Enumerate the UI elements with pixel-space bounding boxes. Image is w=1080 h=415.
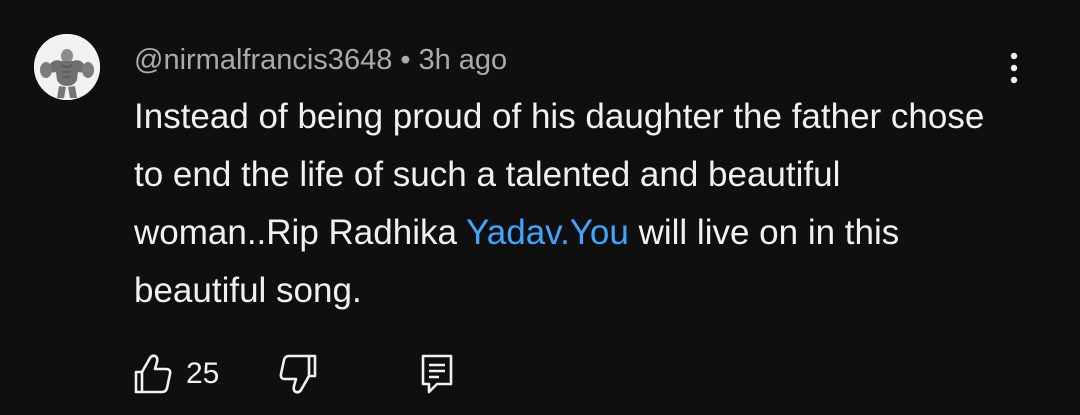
like-count: 25 xyxy=(186,357,220,390)
avatar[interactable] xyxy=(34,34,100,100)
comment-actions: 25 xyxy=(130,350,457,398)
thumbs-down-icon xyxy=(279,354,317,394)
kebab-menu-icon xyxy=(1010,52,1018,84)
comment-text: Instead of being proud of his daughter t… xyxy=(134,88,1014,320)
author-name[interactable]: @nirmalfrancis3648 xyxy=(134,44,392,76)
reply-comment-icon xyxy=(422,354,453,394)
comment-link[interactable]: Yadav.You xyxy=(466,213,629,252)
thumbs-up-icon xyxy=(134,354,172,394)
reply-button[interactable] xyxy=(417,352,457,396)
hulk-avatar-image xyxy=(34,34,100,100)
header-separator: • xyxy=(400,44,411,76)
dislike-button[interactable] xyxy=(277,352,321,396)
comment: @nirmalfrancis3648 • 3h ago Instead of bei… xyxy=(0,0,1080,415)
more-actions-button[interactable] xyxy=(996,48,1032,88)
comment-header: @nirmalfrancis3648 • 3h ago xyxy=(134,40,507,80)
like-button[interactable]: 25 xyxy=(130,352,219,396)
comment-time[interactable]: 3h ago xyxy=(418,44,507,76)
